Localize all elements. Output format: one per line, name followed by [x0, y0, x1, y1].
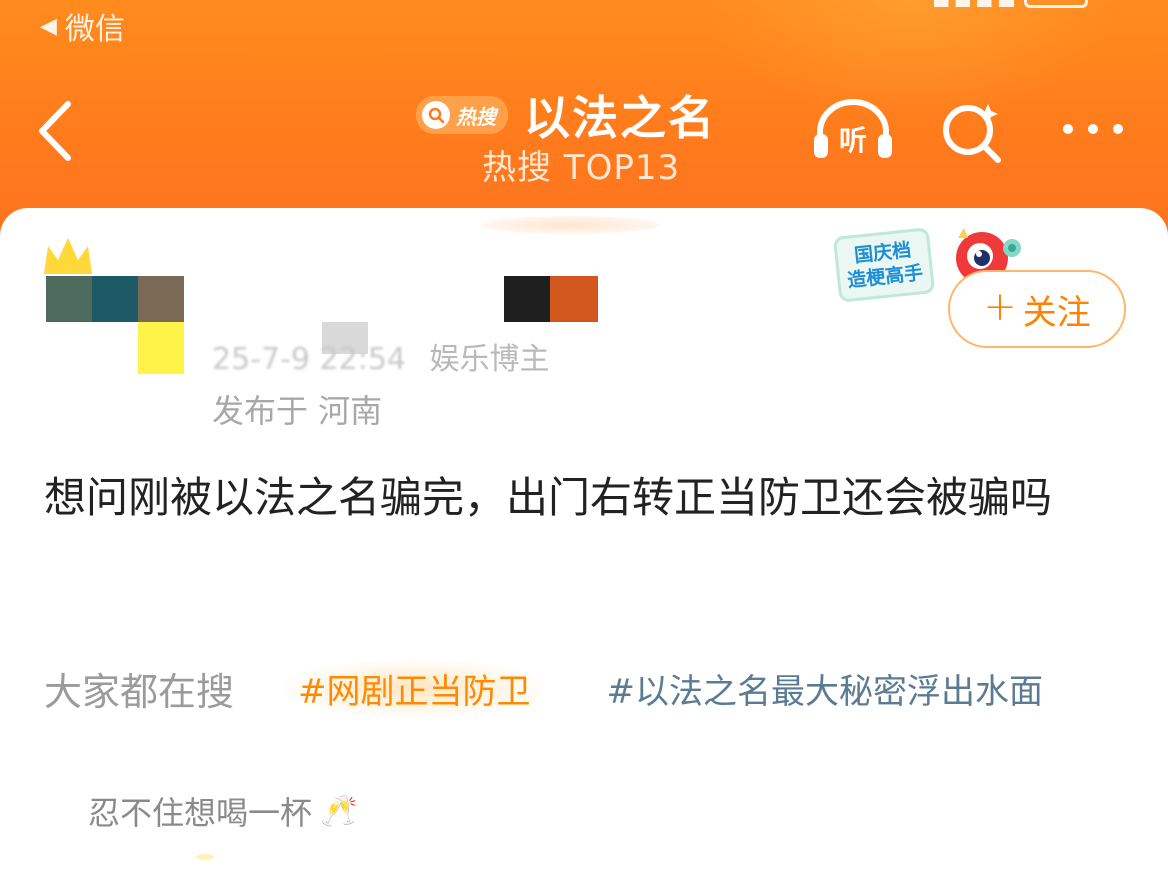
signal-icon	[934, 0, 1014, 7]
comment-decoration	[196, 854, 214, 860]
avatar[interactable]	[46, 276, 186, 391]
cheers-icon: 🥂	[320, 793, 358, 829]
post-card: 25-7-9 22:54 娱乐博主 发布于 河南 国庆档 造梗高手 + 关注 想…	[0, 208, 1168, 893]
back-button[interactable]	[32, 96, 82, 166]
author-role: 娱乐博主	[429, 342, 550, 377]
card-sheen	[480, 216, 660, 234]
author-name[interactable]	[504, 276, 598, 322]
status-back-to-wechat[interactable]: ◀ 微信	[40, 4, 125, 48]
plus-icon: +	[983, 284, 1017, 330]
status-indicators	[934, 0, 1088, 8]
listen-button[interactable]: 听	[810, 96, 896, 162]
promo-tag: 国庆档 造梗高手	[832, 227, 936, 303]
hot-badge-label: 热搜	[456, 104, 496, 129]
related-label: 大家都在搜	[44, 669, 235, 714]
header-glow	[700, 0, 1120, 120]
back-triangle-icon: ◀	[40, 13, 57, 39]
post-body: 想问刚被以法之名骗完，出门右转正当防卫还会被骗吗	[44, 473, 1053, 522]
follow-button[interactable]: + 关注	[948, 270, 1126, 348]
hot-search-header: ◀ 微信 热搜 以法之名 热搜 TOP13 听	[0, 0, 1168, 240]
more-icon	[1063, 124, 1123, 134]
badge-search-icon	[422, 101, 450, 129]
comment-item[interactable]: 忍不住想喝一杯 🥂	[88, 788, 357, 834]
search-button[interactable]	[938, 96, 1008, 166]
title-group: 热搜 以法之名	[416, 82, 716, 148]
topic-link[interactable]: #网剧正当防卫	[284, 659, 545, 717]
page-subtitle: 热搜 TOP13	[482, 148, 681, 188]
back-chevron-icon	[39, 101, 71, 161]
related-searches: 大家都在搜 #网剧正当防卫 #以法之名最大秘密浮出水面	[44, 659, 1144, 717]
page-title: 以法之名	[524, 91, 716, 145]
crown-icon	[44, 238, 92, 274]
hot-search-badge: 热搜	[416, 96, 508, 134]
search-icon	[943, 104, 1001, 163]
post-timestamp: 25-7-9 22:54	[212, 342, 406, 377]
comment-text: 忍不住想喝一杯	[88, 794, 313, 832]
battery-icon	[1024, 0, 1088, 8]
status-back-label: 微信	[64, 12, 125, 47]
listen-icon: 听	[814, 99, 892, 158]
listen-label: 听	[839, 124, 867, 157]
post-location: 发布于 河南	[212, 392, 383, 430]
topic-link[interactable]: #以法之名最大秘密浮出水面	[607, 664, 1044, 713]
follow-label: 关注	[1022, 292, 1091, 333]
more-button[interactable]	[1058, 96, 1128, 162]
post-meta: 25-7-9 22:54 娱乐博主	[212, 334, 550, 378]
